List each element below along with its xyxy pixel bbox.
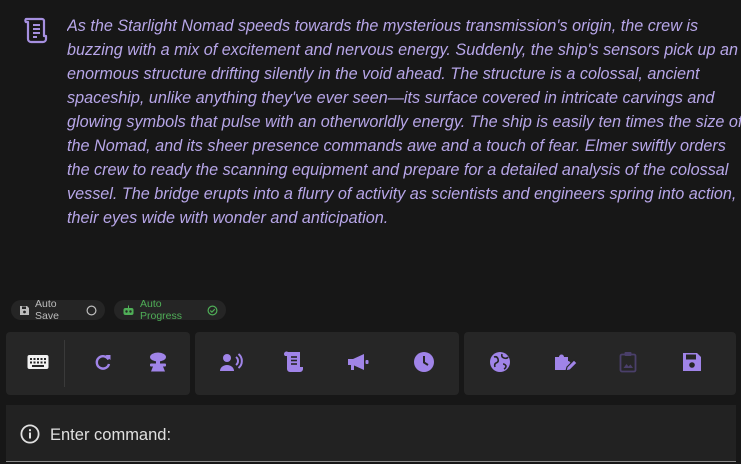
story-line: vessel. The bridge erupts into a flurry …: [67, 185, 737, 203]
puzzle-edit-icon: [553, 351, 578, 378]
megaphone-icon: [347, 353, 369, 376]
auto-progress-label: Auto Progress: [140, 298, 183, 322]
save-icon: [682, 352, 702, 377]
check-circle-icon: [207, 304, 218, 316]
toolbar-group-input: [6, 332, 190, 395]
floppy-icon: [19, 305, 30, 316]
image-gen-button[interactable]: [613, 349, 643, 379]
toolbar-group-story: [195, 332, 459, 395]
retry-icon: [93, 352, 113, 377]
author-note-button[interactable]: [216, 349, 246, 379]
story-text: As the Starlight Nomad speeds towards th…: [67, 14, 741, 230]
command-input[interactable]: [48, 419, 712, 451]
story-line: As the Starlight Nomad speeds towards th…: [67, 17, 699, 35]
retry-button[interactable]: [88, 349, 118, 379]
clipboard-image-icon: [619, 351, 637, 378]
info-icon: [20, 424, 40, 449]
auto-progress-toggle[interactable]: Auto Progress: [114, 298, 226, 322]
keyboard-icon: [27, 354, 49, 375]
toolbar-group-tools: [464, 332, 736, 395]
story-line: spaceship, unlike anything they've ever …: [67, 89, 715, 107]
world-info-button[interactable]: [485, 349, 515, 379]
save-button[interactable]: [677, 349, 707, 379]
clock-icon: [413, 351, 435, 378]
story-line: glowing symbols that pulse with an other…: [67, 113, 741, 131]
toolbar-divider: [64, 340, 65, 387]
command-bar: [6, 405, 736, 462]
keyboard-button[interactable]: [23, 349, 53, 379]
robot-icon: [122, 305, 135, 316]
story-line: enormous structure drifting silently in …: [67, 65, 700, 83]
story-line: the crew to ready the scanning equipment…: [67, 161, 729, 179]
story-button[interactable]: [279, 349, 309, 379]
story-panel: As the Starlight Nomad speeds towards th…: [0, 0, 741, 300]
story-icon: [284, 351, 304, 378]
brain-icon: [146, 351, 170, 378]
scenario-edit-button[interactable]: [550, 349, 580, 379]
announce-button[interactable]: [343, 349, 373, 379]
story-line: buzzing with a mix of excitement and ner…: [67, 41, 739, 59]
memory-button[interactable]: [143, 349, 173, 379]
empty-circle-icon: [86, 304, 97, 316]
history-button[interactable]: [409, 349, 439, 379]
auto-save-toggle[interactable]: Auto Save: [11, 298, 105, 322]
speaker-icon: [219, 352, 243, 377]
scroll-icon: [24, 16, 48, 44]
globe-icon: [489, 351, 511, 378]
story-line: their eyes wide with wonder and anticipa…: [67, 209, 389, 227]
auto-save-label: Auto Save: [35, 298, 59, 322]
story-line: the Nomad, and its sheer presence comman…: [67, 137, 726, 155]
